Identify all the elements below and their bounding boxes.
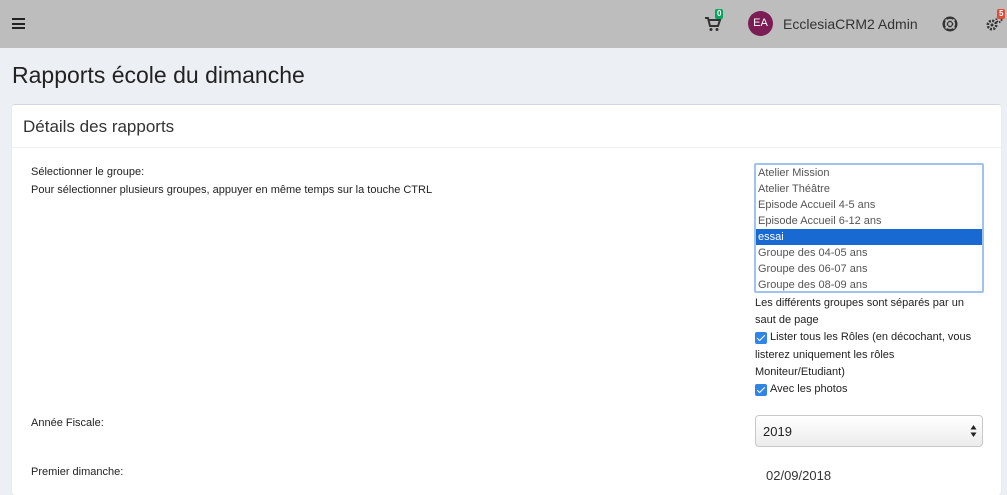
roles-checkbox-label: Lister tous les Rôles (en décochant, vou… [770,331,972,343]
first-sunday-label: Premier dimanche: [31,466,124,478]
photos-checkbox[interactable] [755,384,767,396]
group-hint: Pour sélectionner plusieurs groupes, app… [31,184,433,196]
user-name[interactable]: EcclesiaCRM2 Admin [783,16,918,32]
photos-checkbox-label: Avec les photos [770,383,848,395]
group-option-selected[interactable]: essai [756,229,982,245]
group-option[interactable]: Episode Accueil 4-5 ans [756,197,982,213]
fiscal-year-label: Année Fiscale: [31,417,104,429]
group-multiselect[interactable]: Atelier Mission Atelier Théâtre Episode … [754,163,984,293]
report-details-panel: Détails des rapports Sélectionner le gro… [12,104,1001,495]
roles-checkbox-label-cont: listerez uniquement les rôles [755,349,895,361]
settings-badge: 5 [997,9,1006,19]
roles-checkbox-label-cont2: Moniteur/Etudiant) [755,366,845,378]
hamburger-menu-icon[interactable] [12,18,25,29]
first-sunday-input[interactable]: 02/09/2018 [766,468,831,483]
group-label: Sélectionner le groupe: [31,166,145,178]
group-option[interactable]: Atelier Mission [756,165,982,181]
group-option[interactable]: Groupe des 08-09 ans [756,277,982,291]
avatar[interactable]: EA [748,11,773,36]
page-title: Rapports école du dimanche [12,62,305,88]
group-option[interactable]: Groupe des 06-07 ans [756,261,982,277]
fiscal-year-select[interactable]: 2019 [755,415,983,447]
cart-count-badge: 0 [715,9,724,19]
group-option[interactable]: Episode Accueil 6-12 ans [756,213,982,229]
panel-divider [12,147,1001,148]
roles-checkbox[interactable] [755,332,767,344]
group-option[interactable]: Groupe des 04-05 ans [756,245,982,261]
page-break-note-cont: saut de page [755,314,819,326]
top-navbar: 0 EA EcclesiaCRM2 Admin 5 [0,0,1007,48]
lifering-icon[interactable] [942,16,958,32]
fiscal-year-value: 2019 [763,424,792,439]
select-arrows-icon [970,425,977,437]
panel-title: Détails des rapports [23,117,175,136]
page-break-note: Les différents groupes sont séparés par … [755,297,964,309]
group-option[interactable]: Atelier Théâtre [756,181,982,197]
